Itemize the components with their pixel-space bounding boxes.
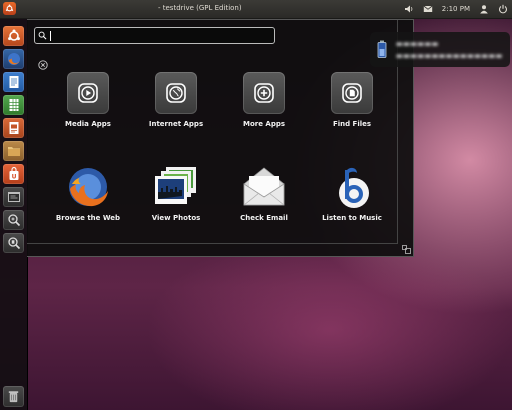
ubuntu-icon [5, 4, 14, 12]
presentation-icon [9, 122, 18, 134]
tile-check-email[interactable]: Check Email [224, 162, 304, 224]
tile-internet-apps[interactable]: Internet Apps [136, 72, 216, 134]
launcher: U [0, 19, 28, 410]
notification-body: ▬▬▬▬▬▬▬▬▬▬▬▬▬▬▬ [396, 52, 503, 60]
tile-view-photos[interactable]: View Photos [136, 162, 216, 224]
window-title: - testdrive (GPL Edition) [158, 4, 242, 12]
photos-icon [151, 162, 201, 212]
search-box[interactable] [34, 27, 275, 44]
launcher-item-writer[interactable] [3, 72, 24, 92]
notification-title: ▬▬▬▬▬▬ [396, 40, 439, 48]
launcher-item-workspaces[interactable] [3, 187, 24, 207]
tile-label: Find Files [332, 120, 372, 128]
dash-panel: Media Apps Internet Apps More Apps Find … [27, 19, 414, 257]
system-tray: 2:10 PM [404, 3, 508, 15]
launcher-item-firefox[interactable] [3, 49, 24, 69]
search-icon [38, 31, 47, 40]
clock[interactable]: 2:10 PM [442, 3, 470, 15]
tile-media-apps[interactable]: Media Apps [48, 72, 128, 134]
tile-label: View Photos [151, 214, 201, 222]
launcher-item-files-lens[interactable] [3, 233, 24, 253]
music-icon [327, 162, 377, 212]
user-icon[interactable] [479, 4, 489, 14]
media-play-icon [67, 72, 109, 114]
globe-icon [155, 72, 197, 114]
ubuntu-logo-button[interactable] [3, 2, 16, 15]
launcher-item-trash[interactable] [3, 386, 24, 407]
tile-label: Browse the Web [55, 214, 121, 222]
apps-lens-icon [7, 214, 20, 227]
tile-find-files[interactable]: Find Files [312, 72, 392, 134]
email-icon [239, 162, 289, 212]
tile-label: Media Apps [65, 120, 111, 128]
workspace-icon [7, 192, 20, 202]
files-lens-icon [7, 237, 20, 250]
resize-grip-icon[interactable] [402, 245, 411, 254]
tile-label: Listen to Music [322, 214, 382, 222]
mail-icon[interactable] [423, 4, 433, 14]
launcher-item-software-center[interactable]: U [3, 164, 24, 184]
tile-label: Check Email [240, 214, 288, 222]
launcher-item-dash[interactable] [3, 26, 24, 46]
launcher-item-calc[interactable] [3, 95, 24, 115]
ubuntu-icon [7, 29, 20, 41]
folder-icon [7, 147, 20, 156]
svg-text:U: U [11, 174, 16, 181]
tile-browse-web[interactable]: Browse the Web [48, 162, 128, 224]
top-panel: - testdrive (GPL Edition) 2:10 PM [0, 0, 512, 19]
search-input[interactable] [49, 29, 269, 42]
close-icon[interactable] [38, 60, 48, 70]
find-files-icon [331, 72, 373, 114]
tile-label: More Apps [242, 120, 286, 128]
firefox-icon [7, 53, 20, 65]
tile-more-apps[interactable]: More Apps [224, 72, 304, 134]
volume-icon[interactable] [404, 4, 414, 14]
tile-listen-music[interactable]: Listen to Music [312, 162, 392, 224]
plus-icon [243, 72, 285, 114]
shopping-bag-icon: U [9, 167, 18, 181]
power-icon[interactable] [498, 4, 508, 14]
launcher-item-impress[interactable] [3, 118, 24, 138]
notification-bubble: ▬▬▬▬▬▬ ▬▬▬▬▬▬▬▬▬▬▬▬▬▬▬ [370, 32, 510, 67]
launcher-item-apps-lens[interactable] [3, 210, 24, 230]
spreadsheet-icon [9, 99, 18, 111]
trash-icon [8, 391, 19, 403]
battery-icon [377, 40, 387, 58]
firefox-icon [63, 162, 113, 212]
document-icon [9, 76, 18, 88]
tile-label: Internet Apps [148, 120, 204, 128]
launcher-item-files[interactable] [3, 141, 24, 161]
